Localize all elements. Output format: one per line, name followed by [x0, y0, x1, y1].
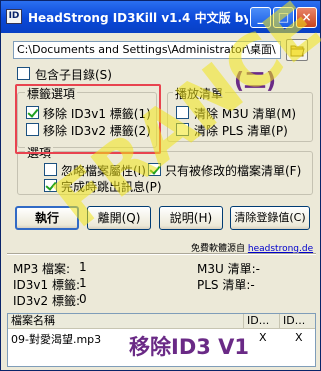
clear-m3u-label: 清除 M3U 清單(M) [194, 107, 297, 121]
include-subdirs-label: 包含子目錄(S) [35, 68, 112, 82]
maximize-button[interactable]: □ [273, 7, 294, 28]
id3v1-tags-label: ID3v1 標籤: [13, 278, 81, 292]
only-modified-checkbox[interactable] [148, 163, 161, 176]
caption-annotation: 移除ID3 V1 [129, 335, 250, 359]
include-subdirs-checkbox[interactable] [17, 67, 30, 80]
folder-path-input[interactable]: C:\Documents and Settings\Administrator\… [13, 41, 281, 59]
ignore-attrs-label: 忽略檔案屬性(I) [61, 164, 146, 178]
popup-on-finish-checkbox[interactable] [44, 179, 57, 192]
row-id3v1-flag: X [259, 331, 267, 344]
ignore-attrs-checkbox[interactable] [44, 163, 57, 176]
id3v2-tags-count: 0 [79, 292, 87, 306]
minimize-button[interactable]: _ [250, 7, 271, 28]
run-button[interactable]: 執行 [15, 206, 79, 230]
id3v2-tags-label: ID3v2 標籤: [13, 294, 81, 308]
column-header-id3v1[interactable]: ID... [244, 314, 280, 329]
column-header-id3v2[interactable]: ID... [280, 314, 315, 329]
m3u-list-status: M3U 清單:- [197, 262, 260, 276]
id3v1-tags-count: 1 [79, 276, 87, 290]
popup-on-finish-label: 完成時跳出訊息(P) [61, 180, 162, 194]
mp3-files-count: 1 [79, 260, 87, 274]
row-filename[interactable]: 09-對愛渴望.mp3 [11, 331, 101, 347]
annotation-highlight-box [15, 84, 161, 154]
app-icon: ID [6, 9, 22, 24]
only-modified-label: 只有被修改的檔案清單(F) [165, 164, 302, 178]
mp3-files-label: MP3 檔案: [13, 262, 71, 276]
row-id3v2-flag: X [295, 331, 303, 344]
window-title: HeadStrong ID3Kill v1.4 中文版 by ... [28, 11, 248, 25]
exit-button[interactable]: 離開(Q) [87, 206, 151, 230]
column-header-filename[interactable]: 檔案名稱 [8, 314, 244, 329]
browse-folder-button[interactable] [286, 39, 308, 61]
title-bar[interactable]: ID HeadStrong ID3Kill v1.4 中文版 by ... _ … [1, 1, 320, 33]
clear-pls-label: 清除 PLS 清單(P) [194, 124, 288, 138]
pls-list-status: PLS 清單:- [197, 278, 255, 292]
help-button[interactable]: 說明(H) [159, 206, 223, 230]
folder-icon [290, 45, 305, 57]
clear-log-button[interactable]: 清除登錄值(C) [230, 206, 310, 230]
close-button[interactable]: × [296, 7, 317, 28]
divider [7, 253, 316, 255]
playlist-title: 播放清單 [173, 85, 226, 102]
clear-pls-checkbox[interactable] [176, 123, 189, 136]
app-window: ID HeadStrong ID3Kill v1.4 中文版 by ... _ … [0, 0, 321, 371]
step-number-annotation: (二) [234, 69, 277, 94]
clear-m3u-checkbox[interactable] [176, 106, 189, 119]
